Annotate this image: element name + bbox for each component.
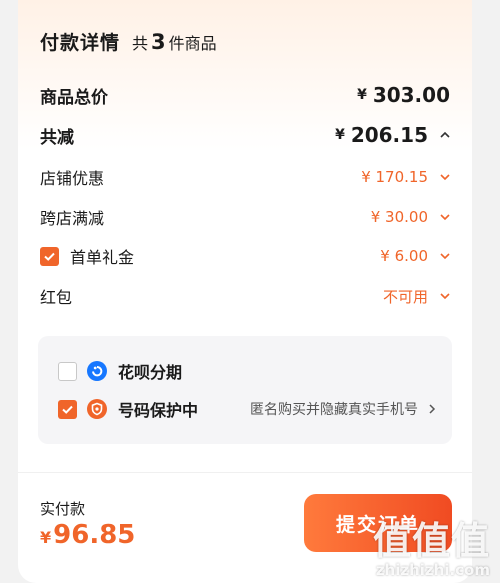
store-discount-label: 店铺优惠 [40,169,105,188]
checkmark-icon [62,405,73,414]
discount-total-currency: ¥ [335,127,345,143]
number-protection-label: 号码保护中 [118,401,199,420]
first-order-checkbox[interactable] [40,246,59,266]
item-count: 共 3 件商品 [132,30,217,54]
pay-amount: ¥ 96.85 [40,520,135,550]
payment-details-card: 付款详情 共 3 件商品 商品总价 ¥ 303.00 共减 ¥ 206.15 店铺优… [18,0,472,583]
total-price-row: 商品总价 ¥ 303.00 [40,82,452,108]
red-packet-status: 不可用 [382,287,428,306]
first-order-amount: ¥ 6.00 [380,247,428,265]
installment-label: 花呗分期 [118,363,183,382]
chevron-down-icon[interactable] [438,170,452,184]
watermark-site: zhizhizhi.com [375,561,490,579]
store-discount-row[interactable]: 店铺优惠 ¥ 170.15 [40,164,452,190]
first-order-label: 首单礼金 [70,248,135,267]
service-options-panel: 花呗分期 号码保护中 匿名购买并隐藏真实手机号 [38,336,452,444]
chevron-down-icon[interactable] [438,210,452,224]
pay-label: 实付款 [40,500,86,518]
total-price-amount: 303.00 [372,83,450,107]
number-protection-checkbox[interactable] [58,399,77,419]
discount-total-label: 共减 [40,127,74,148]
huabei-icon [87,361,107,381]
header: 付款详情 共 3 件商品 [40,28,217,55]
chevron-up-icon[interactable] [438,128,452,142]
chevron-down-icon[interactable] [438,249,452,263]
cross-store-discount-row[interactable]: 跨店满减 ¥ 30.00 [40,204,452,230]
store-discount-amount: ¥ 170.15 [361,168,428,186]
number-protection-option[interactable]: 号码保护中 匿名购买并隐藏真实手机号 [58,396,438,422]
red-packet-row[interactable]: 红包 不可用 [40,283,452,309]
discount-total-amount: 206.15 [350,123,428,147]
pay-currency: ¥ [40,528,52,547]
total-price-currency: ¥ [357,87,367,103]
discount-total-row[interactable]: 共减 ¥ 206.15 [40,122,452,148]
total-price-label: 商品总价 [40,87,108,108]
chevron-right-icon [429,404,436,414]
number-protection-desc[interactable]: 匿名购买并隐藏真实手机号 [250,399,438,419]
cross-store-discount-amount: ¥ 30.00 [370,208,428,226]
pay-amount-value: 96.85 [53,520,136,550]
installment-option[interactable]: 花呗分期 [58,358,438,384]
phone-shield-icon [87,399,107,419]
watermark-logo: 值值值 [372,519,490,563]
chevron-down-icon[interactable] [438,289,452,303]
red-packet-label: 红包 [40,288,73,307]
divider [18,472,472,473]
item-count-number: 3 [151,30,166,54]
watermark: 值值值 zhizhizhi.com [373,521,490,579]
page-title: 付款详情 [40,32,121,54]
first-order-gift-row[interactable]: 首单礼金 ¥ 6.00 [40,243,452,269]
installment-checkbox[interactable] [58,361,77,381]
cross-store-discount-label: 跨店满减 [40,209,105,228]
checkmark-icon [44,252,55,261]
